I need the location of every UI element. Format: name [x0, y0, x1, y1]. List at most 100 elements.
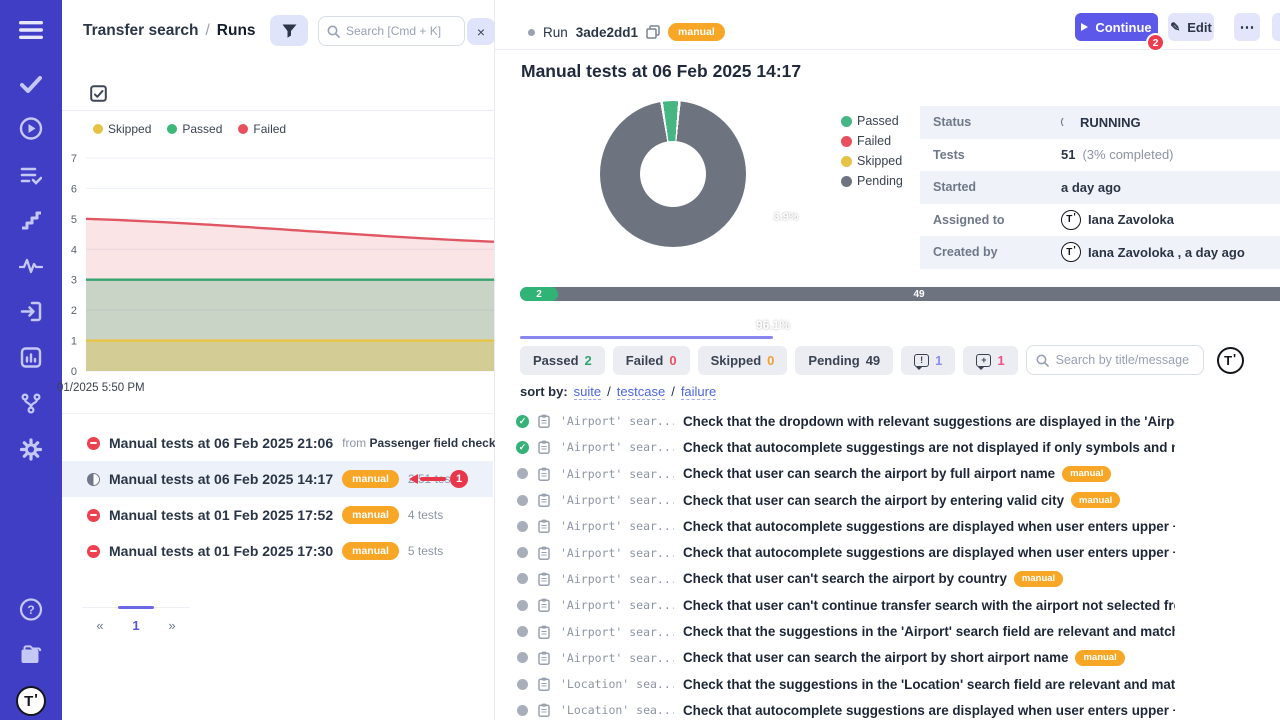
legend-label: Failed — [253, 122, 286, 136]
clear-search-button[interactable]: × — [467, 18, 495, 45]
run-list-item[interactable]: Manual tests at 01 Feb 2025 17:30 manual… — [62, 533, 493, 569]
clipped-button[interactable] — [1272, 13, 1280, 41]
run-source: from Passenger field check — [342, 436, 495, 450]
pagination-next[interactable]: » — [154, 618, 190, 633]
logo-avatar[interactable]: T — [16, 686, 46, 716]
filter-button[interactable] — [270, 15, 308, 46]
search-input[interactable] — [346, 24, 456, 38]
test-list-item[interactable]: 'Airport' sear... Check that user can se… — [495, 461, 1175, 487]
test-status-icon — [516, 520, 529, 533]
sort-by-testcase[interactable]: testcase — [617, 384, 665, 400]
folder-icon[interactable] — [20, 645, 43, 665]
bar-chart-icon[interactable] — [21, 347, 42, 368]
test-list-item[interactable]: 'Airport' sear... Check that user can't … — [495, 592, 1175, 618]
test-status-icon — [516, 599, 529, 612]
test-list-item[interactable]: 'Airport' sear... Check that the dropdow… — [495, 408, 1175, 434]
test-title: Check that user can search the airport b… — [683, 650, 1125, 666]
sign-in-icon[interactable] — [20, 301, 42, 322]
steps-icon[interactable] — [20, 211, 42, 230]
help-icon[interactable]: ? — [20, 598, 43, 621]
test-status-icon — [516, 415, 529, 428]
tests-search-input[interactable] — [1056, 353, 1194, 367]
info-row: Created by T Iana Zavoloka , a day ago — [920, 236, 1280, 269]
svg-text:5: 5 — [71, 214, 77, 226]
status-filter-chip[interactable]: Failed 0 — [613, 346, 690, 375]
run-list-item[interactable]: Manual tests at 01 Feb 2025 17:52 manual… — [62, 497, 493, 533]
test-list-item[interactable]: 'Airport' sear... Check that the suggest… — [495, 618, 1175, 644]
test-list-item[interactable]: 'Location' sea... Check that the suggest… — [495, 671, 1175, 697]
pagination-active-indicator — [118, 606, 154, 609]
test-suite: 'Airport' sear... — [560, 519, 674, 533]
breadcrumb: Transfer search / Runs — [83, 22, 256, 40]
test-title: Check that user can search the airport b… — [683, 466, 1111, 482]
legend-label: Skipped — [108, 122, 151, 136]
pulse-icon[interactable] — [19, 257, 43, 274]
edit-button[interactable]: ✎ Edit — [1168, 13, 1214, 41]
test-list-item[interactable]: 'Airport' sear... Check that autocomplet… — [495, 434, 1175, 460]
check-icon[interactable] — [20, 76, 42, 93]
sort-controls: sort by: suite / testcase / failure — [520, 384, 716, 400]
test-filters: Passed 2 Failed 0 Skipped 0 Pending 49 !… — [520, 345, 1244, 375]
sort-by-failure[interactable]: failure — [681, 384, 716, 400]
run-list-item[interactable]: Manual tests at 06 Feb 2025 21:06 from P… — [62, 425, 493, 461]
copy-icon[interactable] — [646, 25, 660, 39]
test-list-item[interactable]: 'Location' sea... Check that autocomplet… — [495, 697, 1175, 720]
gear-icon[interactable] — [20, 438, 43, 461]
legend-item: Skipped — [841, 154, 903, 168]
detail-tab[interactable] — [773, 306, 1026, 338]
svg-text:3: 3 — [71, 275, 77, 287]
info-row: Status RUNNING — [920, 106, 1280, 139]
search-icon — [1036, 354, 1049, 367]
comment-bubble-icon: ! — [914, 354, 929, 367]
test-list-item[interactable]: 'Airport' sear... Check that autocomplet… — [495, 513, 1175, 539]
sort-by-suite[interactable]: suite — [574, 384, 601, 400]
run-id: 3ade2dd1 — [576, 25, 638, 40]
status-filter-chip[interactable]: Passed 2 — [520, 346, 605, 375]
status-filter-chip[interactable]: Pending 49 — [795, 346, 893, 375]
comment-filter-chip[interactable]: ! 1 — [901, 346, 955, 375]
run-list-item[interactable]: Manual tests at 06 Feb 2025 14:17 manual… — [62, 461, 493, 497]
assignee-avatar[interactable]: T — [1217, 347, 1244, 374]
annotation-badge-2: 2 — [1146, 33, 1165, 52]
legend-item: Skipped — [93, 122, 151, 136]
test-suite: 'Airport' sear... — [560, 414, 674, 428]
sort-separator: / — [607, 384, 611, 399]
test-status-icon — [516, 572, 529, 585]
play-icon — [1081, 23, 1088, 31]
select-all-icon[interactable] — [90, 85, 107, 102]
test-title: Check that user can't search the airport… — [683, 571, 1063, 587]
info-value: T Iana Zavoloka , a day ago — [1061, 242, 1245, 262]
test-title: Check that the dropdown with relevant su… — [683, 414, 1175, 429]
test-list-item[interactable]: 'Airport' sear... Check that user can se… — [495, 487, 1175, 513]
status-filter-chip[interactable]: Skipped 0 — [698, 346, 788, 375]
continue-button[interactable]: Continue — [1075, 13, 1158, 41]
more-button[interactable]: ⋯ — [1234, 13, 1260, 41]
test-status-icon — [516, 651, 529, 664]
breadcrumb-project[interactable]: Transfer search — [83, 22, 198, 40]
test-list-item[interactable]: 'Airport' sear... Check that user can't … — [495, 566, 1175, 592]
detail-tab[interactable] — [1026, 306, 1279, 338]
test-status-icon — [516, 704, 529, 717]
run-title: Manual tests at 06 Feb 2025 21:06 — [109, 435, 333, 451]
list-check-icon[interactable] — [20, 166, 42, 185]
menu-icon[interactable] — [19, 21, 43, 39]
comment-filter-chip[interactable]: + 1 — [963, 346, 1017, 375]
test-list-item[interactable]: 'Airport' sear... Check that autocomplet… — [495, 539, 1175, 565]
test-suite: 'Airport' sear... — [560, 625, 674, 639]
test-suite: 'Airport' sear... — [560, 467, 674, 481]
test-list-item[interactable]: 'Airport' sear... Check that user can se… — [495, 645, 1175, 671]
branch-icon[interactable] — [21, 393, 42, 414]
test-suite: 'Location' sea... — [560, 677, 674, 691]
legend-dot — [167, 124, 177, 134]
legend-label: Passed — [182, 122, 222, 136]
info-row: Assigned to T Iana Zavoloka — [920, 204, 1280, 237]
detail-tab[interactable] — [520, 306, 773, 338]
info-value: 51 (3% completed) — [1061, 147, 1174, 162]
play-circle-icon[interactable] — [20, 117, 43, 140]
pagination-prev[interactable]: « — [82, 618, 118, 633]
test-title: Check that the suggestions in the 'Airpo… — [683, 624, 1175, 639]
test-title: Check that user can't continue transfer … — [683, 598, 1175, 613]
pagination-page-1[interactable]: 1 — [118, 618, 154, 633]
runs-area-chart: 01234567 — [62, 146, 494, 383]
donut-pending-label: 96.1% — [747, 318, 799, 332]
